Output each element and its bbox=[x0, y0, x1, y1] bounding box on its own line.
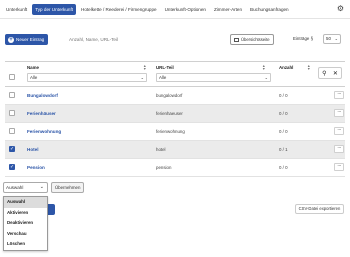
option-auswahl[interactable]: Auswahl bbox=[4, 197, 47, 208]
chevron-down-icon: ⌄ bbox=[140, 75, 144, 80]
tab-zimmer-arten[interactable]: Zimmer-Arten bbox=[211, 4, 245, 15]
row-checkbox[interactable] bbox=[9, 128, 15, 134]
table-row[interactable]: Ferienwohnung ferienwohnung 0 / 0 ··· bbox=[5, 123, 345, 141]
tab-typ-der-unterkunft[interactable]: Typ der Unterkunft bbox=[32, 4, 76, 15]
bulk-action-dropdown: Auswahl Aktivieren Deaktivieren Verschau… bbox=[3, 196, 48, 251]
sort-icon[interactable]: ▲ ▼ bbox=[143, 64, 147, 71]
row-name[interactable]: Bungalowdorf bbox=[27, 93, 58, 98]
table-row[interactable]: Bungalowdorf bungalowdorf 0 / 0 ··· bbox=[5, 87, 345, 105]
row-checkbox[interactable]: ✓ bbox=[9, 164, 15, 170]
option-verschau[interactable]: Verschau bbox=[4, 229, 47, 240]
column-count[interactable]: Anzahl bbox=[279, 65, 293, 70]
row-name[interactable]: Ferienhäuser bbox=[27, 111, 56, 116]
more-icon[interactable]: ··· bbox=[334, 109, 344, 117]
row-count: 0 / 0 bbox=[279, 129, 288, 134]
search-icon[interactable]: ⚲ bbox=[322, 70, 326, 77]
row-checkbox[interactable]: ✓ bbox=[9, 146, 15, 152]
table-row[interactable]: ✓ Pension pension 0 / 0 ··· bbox=[5, 159, 345, 177]
row-name[interactable]: Pension bbox=[27, 165, 45, 170]
sort-icon[interactable]: ▲ ▼ bbox=[307, 64, 311, 71]
row-checkbox[interactable] bbox=[9, 110, 15, 116]
more-icon[interactable]: ··· bbox=[334, 163, 344, 171]
row-url: ferienwohnung bbox=[156, 129, 185, 134]
entries-value: 50 bbox=[326, 36, 331, 41]
gear-icon[interactable]: ⚙ bbox=[336, 4, 345, 13]
search-input[interactable] bbox=[69, 34, 227, 45]
url-filter-select[interactable]: Alle ⌄ bbox=[156, 73, 271, 82]
apply-button[interactable]: Übernehmen bbox=[51, 182, 85, 193]
table-row[interactable]: Ferienhäuser ferienhaeuser 0 / 0 ··· bbox=[5, 105, 345, 123]
tab-unterkunft-optionen[interactable]: Unterkunft-Optionen bbox=[162, 4, 209, 15]
chevron-down-icon: ⌄ bbox=[39, 184, 44, 190]
row-url: pension bbox=[156, 165, 172, 170]
tab-buchungsanfragen[interactable]: Buchungsanfragen bbox=[247, 4, 292, 15]
bulk-action-select[interactable]: Auswahl ⌄ bbox=[3, 182, 48, 193]
more-icon[interactable]: ··· bbox=[334, 127, 344, 135]
row-url: hotel bbox=[156, 147, 166, 152]
divider bbox=[0, 18, 350, 19]
csv-export-button[interactable]: CSV-Datei exportieren bbox=[295, 204, 344, 214]
close-icon[interactable]: ✕ bbox=[333, 70, 338, 77]
option-aktivieren[interactable]: Aktivieren bbox=[4, 208, 47, 219]
name-filter-select[interactable]: Alle ⌄ bbox=[27, 73, 147, 82]
option-loeschen[interactable]: Löschen bbox=[4, 239, 47, 250]
plus-icon: + bbox=[8, 36, 14, 43]
row-checkbox[interactable] bbox=[9, 92, 15, 98]
partially-hidden-button[interactable] bbox=[48, 204, 55, 215]
name-filter-value: Alle bbox=[30, 75, 38, 80]
new-entry-label: Neuer Eintrag bbox=[16, 37, 45, 42]
window-icon bbox=[234, 37, 239, 42]
row-url: ferienhaeuser bbox=[156, 111, 183, 116]
more-icon[interactable]: ··· bbox=[334, 145, 344, 153]
entries-label: Einträge § bbox=[293, 36, 314, 41]
row-count: 0 / 0 bbox=[279, 111, 288, 116]
chevron-down-icon: ⌄ bbox=[264, 75, 268, 80]
sort-icon[interactable]: ▲ ▼ bbox=[262, 64, 266, 71]
overview-button[interactable]: Übersichtsseite bbox=[230, 34, 274, 45]
column-url[interactable]: URL-Teil bbox=[156, 65, 174, 70]
select-all-checkbox[interactable] bbox=[9, 74, 15, 80]
row-count: 0 / 0 bbox=[279, 165, 288, 170]
filter-tools: ⚲ ✕ bbox=[318, 67, 342, 79]
tab-unterkunft[interactable]: Unterkunft bbox=[3, 4, 30, 15]
row-count: 0 / 1 bbox=[279, 147, 288, 152]
more-icon[interactable]: ··· bbox=[334, 91, 344, 99]
table-row[interactable]: ✓ Hotel hotel 0 / 1 ··· bbox=[5, 141, 345, 159]
table-header: Name ▲ ▼ URL-Teil ▲ ▼ Anzahl ▲ ▼ Alle ⌄ All… bbox=[5, 61, 345, 87]
chevron-down-icon: ⌄ bbox=[334, 36, 338, 41]
tab-bar: Unterkunft Typ der Unterkunft Hotelkette… bbox=[3, 3, 292, 16]
row-name[interactable]: Hotel bbox=[27, 147, 38, 152]
bulk-action-value: Auswahl bbox=[6, 185, 24, 190]
overview-label: Übersichtsseite bbox=[241, 37, 270, 42]
option-deaktivieren[interactable]: Deaktivieren bbox=[4, 218, 47, 229]
row-count: 0 / 0 bbox=[279, 93, 288, 98]
row-name[interactable]: Ferienwohnung bbox=[27, 129, 61, 134]
toolbar: + Neuer Eintrag Übersichtsseite Einträge… bbox=[5, 34, 345, 46]
column-name[interactable]: Name bbox=[27, 65, 39, 70]
url-filter-value: Alle bbox=[159, 75, 167, 80]
tab-hotelkette[interactable]: Hotelkette / Reederei / Firmengruppe bbox=[78, 4, 160, 15]
entries-per-page-select[interactable]: 50 ⌄ bbox=[323, 34, 341, 44]
row-url: bungalowdorf bbox=[156, 93, 183, 98]
new-entry-button[interactable]: + Neuer Eintrag bbox=[5, 34, 49, 45]
